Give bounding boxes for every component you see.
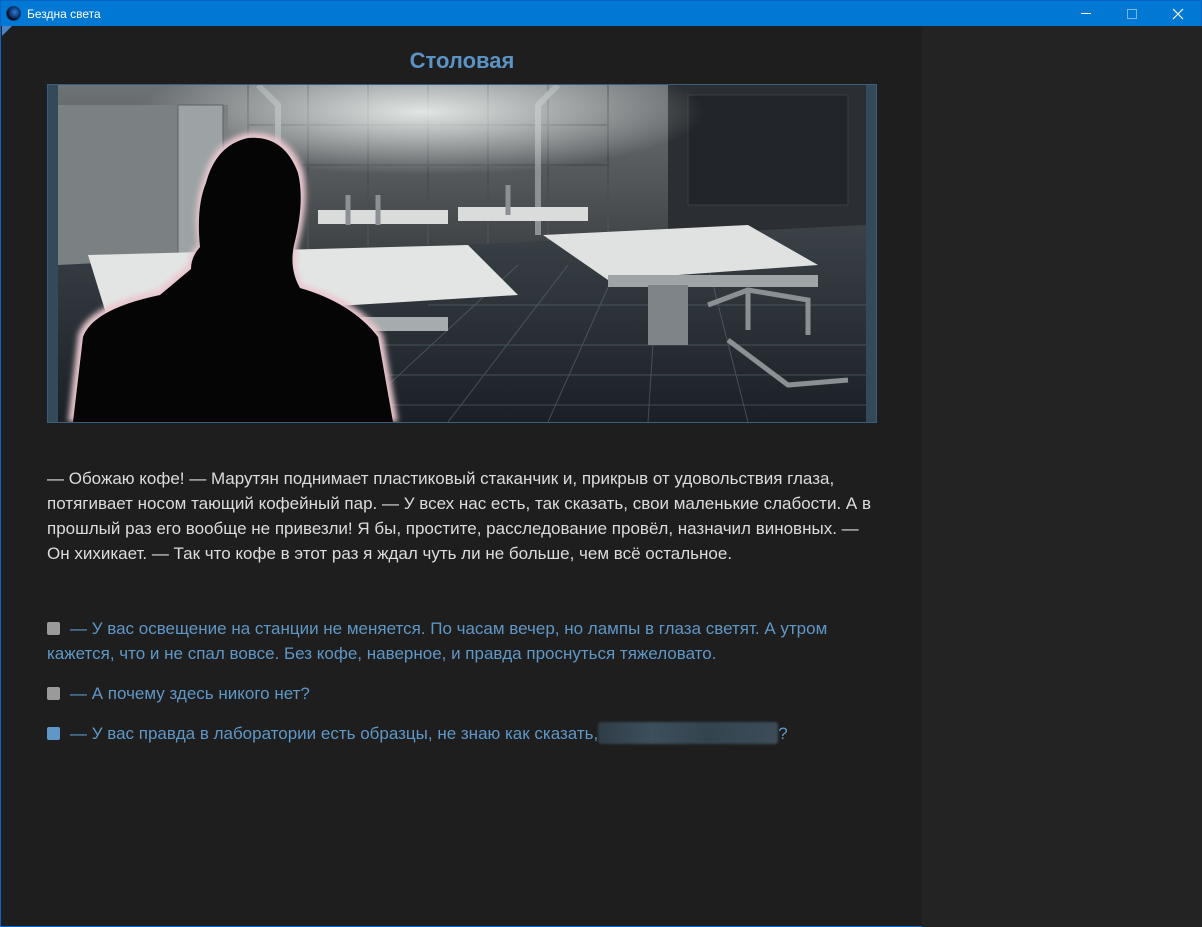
minimize-button[interactable]: [1063, 1, 1109, 26]
window-title: Бездна света: [27, 7, 101, 21]
choice-suffix: ?: [778, 724, 788, 743]
side-panel: [922, 26, 1202, 927]
choice-list: — У вас освещение на станции не меняется…: [47, 616, 877, 761]
maximize-button[interactable]: [1109, 1, 1155, 26]
scene-title: Столовая: [409, 48, 515, 73]
redacted-text-block: [598, 722, 779, 744]
choice-text: — У вас правда в лаборатории есть образц…: [70, 724, 599, 743]
title-bar[interactable]: Бездна света: [1, 1, 1201, 26]
choice-text: — У вас освещение на станции не меняется…: [47, 619, 828, 663]
visited-marker-icon: [47, 622, 60, 635]
choice-text: — А почему здесь никого нет?: [70, 684, 310, 703]
minimize-icon: [1081, 13, 1091, 14]
cafeteria-scene-image: [48, 85, 876, 422]
unvisited-marker-icon: [47, 727, 60, 740]
narration-text: — Обожаю кофе! — Марутян поднимает пласт…: [47, 469, 872, 563]
visited-marker-icon: [47, 687, 60, 700]
scene-illustration: [47, 84, 877, 423]
choice-option-3[interactable]: — У вас правда в лаборатории есть образц…: [47, 721, 877, 746]
close-button[interactable]: [1155, 1, 1201, 26]
maximize-icon: [1127, 8, 1137, 19]
planet-app-icon: [6, 6, 21, 21]
choice-option-1[interactable]: — У вас освещение на станции не меняется…: [47, 616, 877, 666]
choice-option-2[interactable]: — А почему здесь никого нет?: [47, 681, 877, 706]
close-icon: [1172, 8, 1184, 19]
corner-marker: [2, 26, 12, 36]
game-window: Бездна света Столовая — Обожаю кофе! — М…: [0, 0, 1202, 927]
